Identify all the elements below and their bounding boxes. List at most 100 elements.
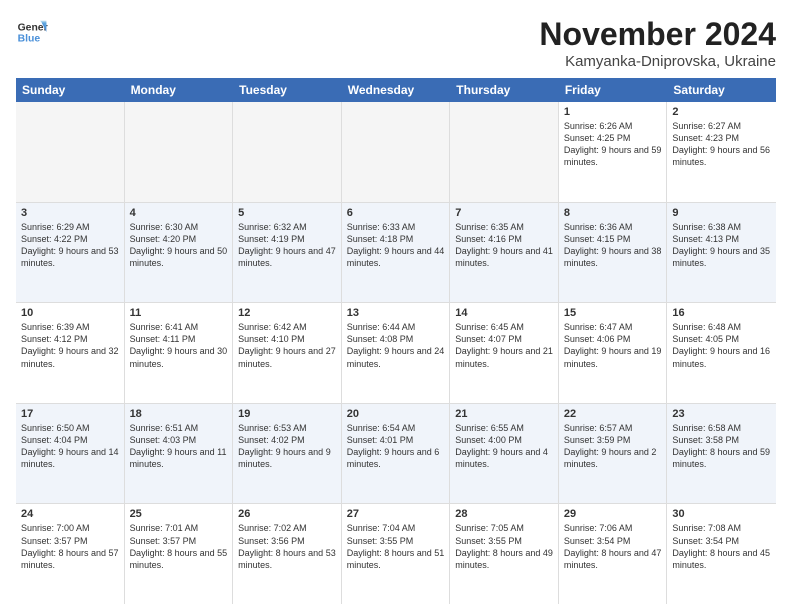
svg-text:Blue: Blue [18,34,41,45]
calendar-cell: 22 Sunrise: 6:57 AMSunset: 3:59 PMDayligh… [559,404,668,504]
day-detail: Sunrise: 6:44 AMSunset: 4:08 PMDaylight:… [347,321,445,370]
day-number: 14 [455,307,553,319]
day-detail: Sunrise: 7:08 AMSunset: 3:54 PMDaylight:… [672,522,771,571]
day-detail: Sunrise: 6:35 AMSunset: 4:16 PMDaylight:… [455,221,553,270]
day-number: 3 [21,207,119,219]
calendar-cell: 29 Sunrise: 7:06 AMSunset: 3:54 PMDayligh… [559,504,668,604]
calendar-week-2: 3Sunrise: 6:29 AMSunset: 4:22 PMDaylight… [16,203,776,304]
day-detail: Sunrise: 6:55 AMSunset: 4:00 PMDaylight:… [455,422,553,471]
day-detail: Sunrise: 6:42 AMSunset: 4:10 PMDaylight:… [238,321,336,370]
day-number: 7 [455,207,553,219]
day-number: 18 [130,408,228,420]
day-number: 12 [238,307,336,319]
calendar-week-4: 17 Sunrise: 6:50 AMSunset: 4:04 PMDayligh… [16,404,776,505]
calendar-cell: 20 Sunrise: 6:54 AMSunset: 4:01 PMDayligh… [342,404,451,504]
day-detail: Sunrise: 6:27 AMSunset: 4:23 PMDaylight:… [672,120,771,169]
day-number: 23 [672,408,771,420]
day-number: 11 [130,307,228,319]
calendar-cell: 15 Sunrise: 6:47 AMSunset: 4:06 PMDayligh… [559,303,668,403]
calendar-cell [16,102,125,202]
day-number: 26 [238,508,336,520]
day-detail: Sunrise: 6:30 AMSunset: 4:20 PMDaylight:… [130,221,228,270]
calendar-header: Sunday Monday Tuesday Wednesday Thursday… [16,78,776,102]
calendar-cell: 21 Sunrise: 6:55 AMSunset: 4:00 PMDayligh… [450,404,559,504]
day-number: 6 [347,207,445,219]
day-number: 20 [347,408,445,420]
calendar-week-1: 1 Sunrise: 6:26 AMSunset: 4:25 PMDaylight… [16,102,776,203]
day-number: 2 [672,106,771,118]
calendar-cell: 6 Sunrise: 6:33 AMSunset: 4:18 PMDaylight… [342,203,451,303]
calendar-cell: 5Sunrise: 6:32 AMSunset: 4:19 PMDaylight… [233,203,342,303]
calendar-cell [233,102,342,202]
day-number: 4 [130,207,228,219]
day-detail: Sunrise: 6:50 AMSunset: 4:04 PMDaylight:… [21,422,119,471]
day-number: 28 [455,508,553,520]
calendar-cell: 3Sunrise: 6:29 AMSunset: 4:22 PMDaylight… [16,203,125,303]
col-saturday: Saturday [667,78,776,102]
day-detail: Sunrise: 7:00 AMSunset: 3:57 PMDaylight:… [21,522,119,571]
calendar-cell: 13 Sunrise: 6:44 AMSunset: 4:08 PMDayligh… [342,303,451,403]
calendar-cell: 14Sunrise: 6:45 AMSunset: 4:07 PMDayligh… [450,303,559,403]
col-thursday: Thursday [450,78,559,102]
day-detail: Sunrise: 6:53 AMSunset: 4:02 PMDaylight:… [238,422,336,471]
calendar-cell [342,102,451,202]
day-number: 1 [564,106,662,118]
day-detail: Sunrise: 6:57 AMSunset: 3:59 PMDaylight:… [564,422,662,471]
calendar-cell: 1 Sunrise: 6:26 AMSunset: 4:25 PMDaylight… [559,102,668,202]
col-friday: Friday [559,78,668,102]
day-number: 10 [21,307,119,319]
calendar-cell: 23Sunrise: 6:58 AMSunset: 3:58 PMDayligh… [667,404,776,504]
day-detail: Sunrise: 6:38 AMSunset: 4:13 PMDaylight:… [672,221,771,270]
day-number: 17 [21,408,119,420]
day-detail: Sunrise: 7:04 AMSunset: 3:55 PMDaylight:… [347,522,445,571]
day-detail: Sunrise: 6:39 AMSunset: 4:12 PMDaylight:… [21,321,119,370]
calendar-cell: 18 Sunrise: 6:51 AMSunset: 4:03 PMDayligh… [125,404,234,504]
logo-icon: General Blue [16,16,48,48]
day-detail: Sunrise: 6:32 AMSunset: 4:19 PMDaylight:… [238,221,336,270]
day-number: 29 [564,508,662,520]
day-number: 9 [672,207,771,219]
page-subtitle: Kamyanka-Dniprovska, Ukraine [539,53,776,70]
day-detail: Sunrise: 7:06 AMSunset: 3:54 PMDaylight:… [564,522,662,571]
day-number: 15 [564,307,662,319]
day-number: 22 [564,408,662,420]
day-detail: Sunrise: 6:51 AMSunset: 4:03 PMDaylight:… [130,422,228,471]
page-title: November 2024 [539,16,776,53]
page: General Blue November 2024 Kamyanka-Dnip… [0,0,792,612]
calendar-cell: 7 Sunrise: 6:35 AMSunset: 4:16 PMDaylight… [450,203,559,303]
calendar-cell: 11Sunrise: 6:41 AMSunset: 4:11 PMDayligh… [125,303,234,403]
calendar-cell: 28Sunrise: 7:05 AMSunset: 3:55 PMDayligh… [450,504,559,604]
col-wednesday: Wednesday [342,78,451,102]
col-sunday: Sunday [16,78,125,102]
day-number: 30 [672,508,771,520]
day-number: 13 [347,307,445,319]
day-detail: Sunrise: 6:26 AMSunset: 4:25 PMDaylight:… [564,120,662,169]
calendar-body: 1 Sunrise: 6:26 AMSunset: 4:25 PMDaylight… [16,102,776,604]
calendar-cell: 24 Sunrise: 7:00 AMSunset: 3:57 PMDayligh… [16,504,125,604]
day-detail: Sunrise: 7:02 AMSunset: 3:56 PMDaylight:… [238,522,336,571]
day-number: 19 [238,408,336,420]
calendar-cell: 26 Sunrise: 7:02 AMSunset: 3:56 PMDayligh… [233,504,342,604]
day-detail: Sunrise: 6:33 AMSunset: 4:18 PMDaylight:… [347,221,445,270]
day-number: 27 [347,508,445,520]
calendar: Sunday Monday Tuesday Wednesday Thursday… [16,78,776,604]
calendar-cell [125,102,234,202]
logo: General Blue [16,16,48,48]
calendar-cell: 19 Sunrise: 6:53 AMSunset: 4:02 PMDayligh… [233,404,342,504]
day-detail: Sunrise: 6:54 AMSunset: 4:01 PMDaylight:… [347,422,445,471]
day-detail: Sunrise: 6:47 AMSunset: 4:06 PMDaylight:… [564,321,662,370]
day-detail: Sunrise: 6:48 AMSunset: 4:05 PMDaylight:… [672,321,771,370]
calendar-cell [450,102,559,202]
header: General Blue November 2024 Kamyanka-Dnip… [16,16,776,70]
calendar-week-5: 24 Sunrise: 7:00 AMSunset: 3:57 PMDayligh… [16,504,776,604]
day-number: 24 [21,508,119,520]
day-detail: Sunrise: 6:36 AMSunset: 4:15 PMDaylight:… [564,221,662,270]
calendar-week-3: 10 Sunrise: 6:39 AMSunset: 4:12 PMDayligh… [16,303,776,404]
day-number: 21 [455,408,553,420]
calendar-cell: 16Sunrise: 6:48 AMSunset: 4:05 PMDayligh… [667,303,776,403]
calendar-cell: 10 Sunrise: 6:39 AMSunset: 4:12 PMDayligh… [16,303,125,403]
calendar-cell: 25Sunrise: 7:01 AMSunset: 3:57 PMDayligh… [125,504,234,604]
day-number: 25 [130,508,228,520]
calendar-cell: 9 Sunrise: 6:38 AMSunset: 4:13 PMDaylight… [667,203,776,303]
calendar-cell: 2 Sunrise: 6:27 AMSunset: 4:23 PMDaylight… [667,102,776,202]
